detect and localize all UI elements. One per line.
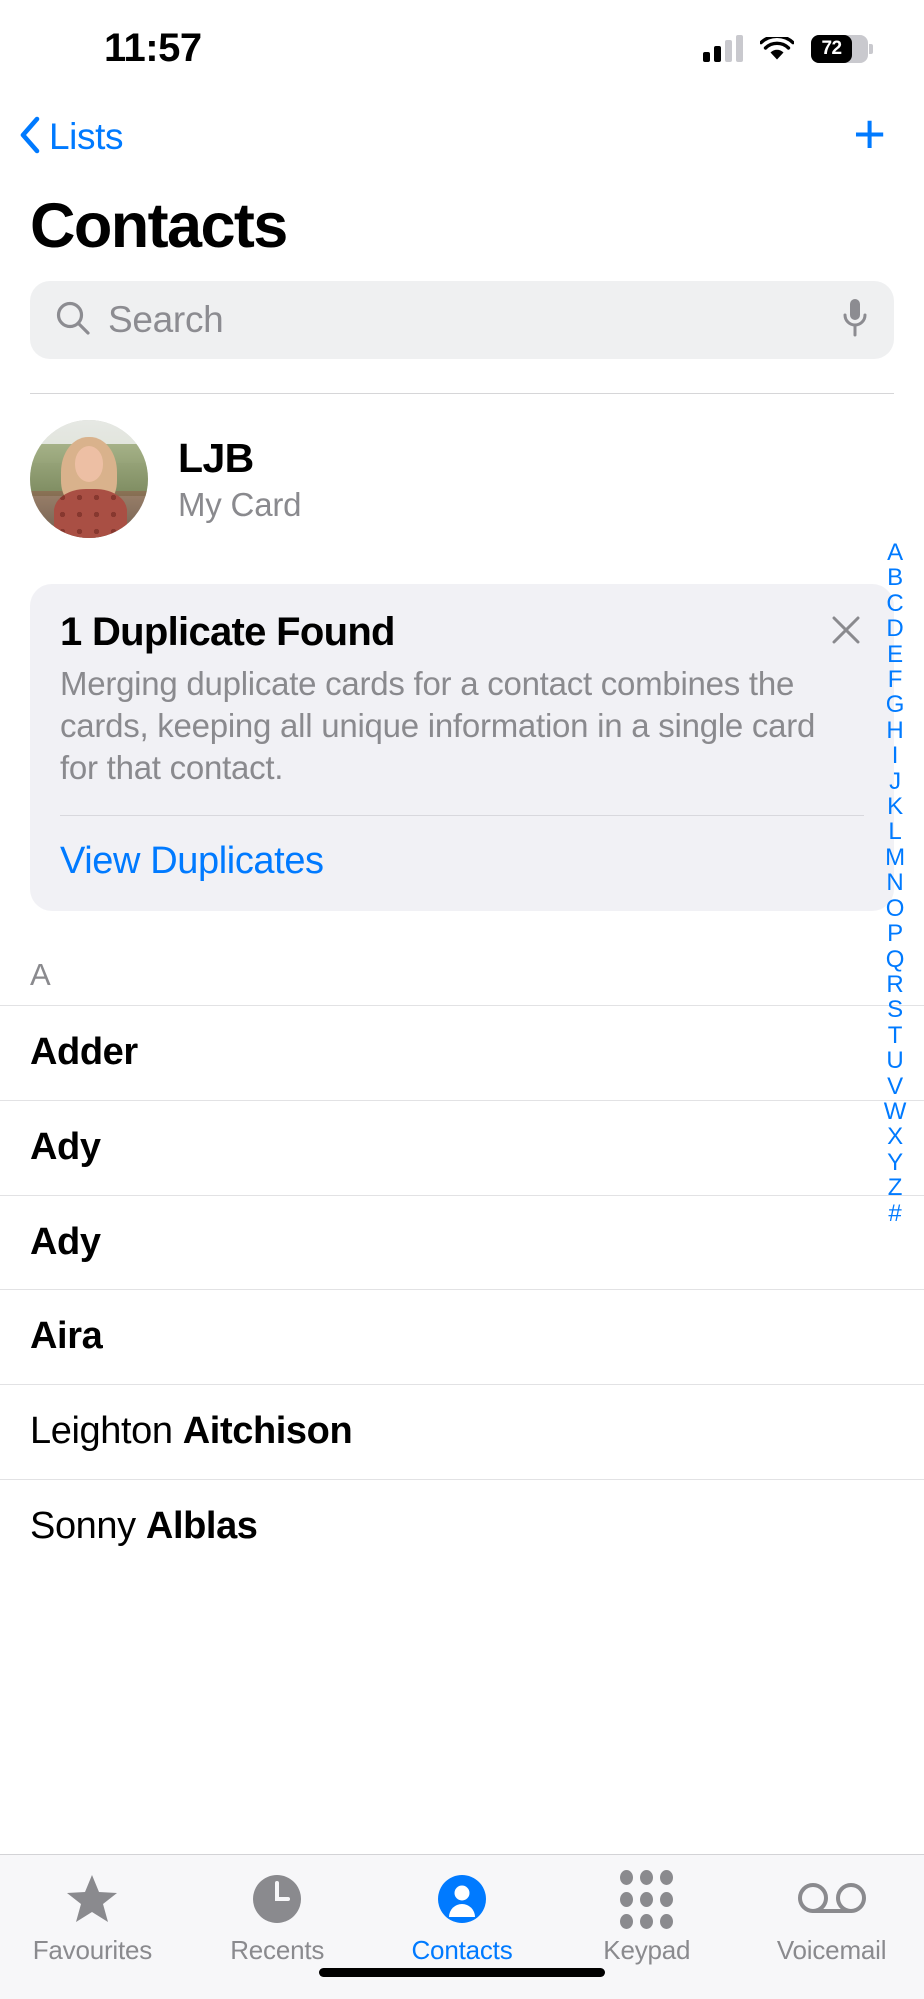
microphone-icon[interactable] [840, 297, 870, 344]
page-title: Contacts [30, 191, 288, 261]
index-letter[interactable]: G [886, 692, 905, 718]
index-letter[interactable]: P [887, 921, 903, 947]
avatar [30, 420, 148, 539]
back-button-label: Lists [49, 116, 124, 157]
my-card-name: LJB [178, 434, 254, 481]
index-letter[interactable]: L [888, 819, 901, 845]
search-input[interactable]: Search [30, 281, 894, 360]
alphabet-index[interactable]: A B C D E F G H I J K L M N O P Q R S T U V W X Y Z # [874, 540, 916, 1226]
contact-last-name: Aitchison [182, 1410, 353, 1453]
clock-icon [251, 1871, 303, 1927]
tab-bar: Favourites Recents Contacts Keypad Voice… [0, 1854, 924, 1999]
my-card-subtitle: My Card [178, 485, 302, 523]
tab-favourites[interactable]: Favourites [0, 1871, 185, 1966]
contact-row[interactable]: Adder [0, 1005, 924, 1100]
index-letter[interactable]: F [888, 667, 903, 693]
index-letter[interactable]: # [888, 1200, 901, 1226]
wifi-icon [760, 36, 794, 62]
index-letter[interactable]: V [887, 1073, 903, 1099]
contact-row[interactable]: Ady [0, 1194, 924, 1290]
contact-first-name: Sonny [30, 1505, 146, 1547]
close-icon[interactable] [826, 610, 866, 650]
tab-label: Keypad [603, 1935, 691, 1965]
battery-percent: 72 [821, 38, 842, 59]
index-letter[interactable]: E [887, 641, 903, 667]
contact-first-name: Leighton [30, 1410, 183, 1453]
index-letter[interactable]: Y [887, 1149, 903, 1175]
index-letter[interactable]: R [886, 971, 903, 997]
nav-bar: Lists + [0, 96, 924, 178]
tab-contacts[interactable]: Contacts [370, 1871, 555, 1966]
duplicate-banner: 1 Duplicate Found Merging duplicate card… [30, 584, 894, 912]
tab-label: Favourites [32, 1935, 153, 1965]
home-indicator [319, 1968, 605, 1977]
tab-label: Contacts [411, 1935, 513, 1965]
view-duplicates-button[interactable]: View Duplicates [60, 816, 864, 911]
index-letter[interactable]: Q [886, 946, 905, 972]
voicemail-icon [797, 1871, 867, 1927]
back-button-lists[interactable]: Lists [18, 116, 123, 159]
duplicate-banner-title: 1 Duplicate Found [60, 610, 395, 655]
index-letter[interactable]: S [887, 997, 903, 1023]
contact-last-name: Adder [30, 1031, 138, 1074]
index-letter[interactable]: B [887, 565, 903, 591]
index-letter[interactable]: O [886, 895, 905, 921]
index-letter[interactable]: W [884, 1099, 907, 1125]
tab-recents[interactable]: Recents [185, 1871, 370, 1966]
contact-last-name: Alblas [145, 1505, 258, 1547]
add-contact-button[interactable]: + [853, 106, 886, 162]
tab-voicemail[interactable]: Voicemail [739, 1871, 924, 1966]
index-letter[interactable]: J [889, 768, 901, 794]
tab-keypad[interactable]: Keypad [554, 1869, 739, 1966]
search-container: Search [0, 281, 924, 360]
person-circle-icon [436, 1871, 488, 1927]
search-icon [54, 299, 92, 342]
contact-row[interactable]: Aira [0, 1289, 924, 1384]
index-letter[interactable]: I [892, 743, 899, 769]
index-letter[interactable]: K [887, 794, 903, 820]
cellular-signal-icon [703, 35, 743, 62]
contact-row[interactable]: Sonny Alblas [0, 1479, 924, 1574]
index-letter[interactable]: M [885, 844, 905, 870]
index-letter[interactable]: A [887, 540, 903, 566]
keypad-icon [620, 1869, 674, 1929]
index-letter[interactable]: D [886, 616, 903, 642]
contact-last-name: Ady [30, 1220, 101, 1263]
index-letter[interactable]: H [886, 717, 903, 743]
status-bar-indicators: 72 [703, 35, 873, 63]
star-icon [65, 1871, 119, 1927]
section-header-a: A [30, 957, 51, 993]
contact-last-name: Ady [30, 1125, 101, 1168]
status-bar-time: 11:57 [104, 26, 202, 70]
contact-row[interactable]: Ady [0, 1099, 924, 1195]
index-letter[interactable]: T [888, 1022, 903, 1048]
tab-label: Recents [230, 1935, 325, 1965]
index-letter[interactable]: Z [888, 1175, 903, 1201]
duplicate-banner-body: Merging duplicate cards for a contact co… [60, 665, 816, 787]
chevron-left-icon [18, 116, 40, 159]
contact-row[interactable]: Leighton Aitchison [0, 1384, 924, 1479]
index-letter[interactable]: U [886, 1048, 903, 1074]
index-letter[interactable]: X [887, 1124, 903, 1150]
search-placeholder: Search [108, 299, 224, 341]
tab-label: Voicemail [776, 1935, 887, 1965]
contact-last-name: Aira [30, 1315, 103, 1358]
contacts-list: A Adder Ady Ady Aira Leighton Aitchison Sonny… [0, 957, 924, 1574]
status-bar: 11:57 72 [0, 0, 924, 96]
battery-icon: 72 [811, 35, 873, 63]
index-letter[interactable]: C [886, 590, 903, 616]
index-letter[interactable]: N [886, 870, 903, 896]
my-card-row[interactable]: LJB My Card [0, 394, 924, 562]
